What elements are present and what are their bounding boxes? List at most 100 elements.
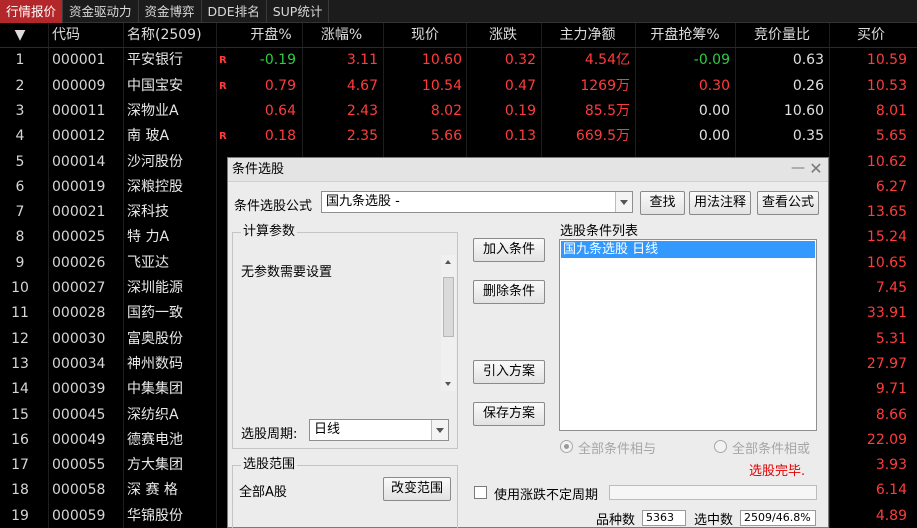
chg-pct: 4.67 bbox=[346, 77, 378, 94]
stock-name: 飞亚达 bbox=[127, 254, 169, 271]
open-grab-pct: 0.00 bbox=[698, 128, 730, 145]
list-item[interactable]: 国九条选股 日线 bbox=[561, 241, 815, 258]
radio-all-and[interactable] bbox=[560, 440, 573, 453]
price: 10.60 bbox=[421, 52, 462, 69]
table-row[interactable]: 1 000001 平安银行 R -0.19 3.11 10.60 0.32 4.54亿 -0.09… bbox=[0, 48, 917, 73]
open-pct: 0.64 bbox=[264, 102, 296, 119]
open-pct: 0.79 bbox=[264, 77, 296, 94]
chg-pct: 3.11 bbox=[346, 52, 378, 69]
change-range-button[interactable]: 改变范围 bbox=[383, 477, 451, 501]
tab-sup-stats[interactable]: SUP统计 bbox=[267, 0, 330, 23]
bid-ratio: 0.35 bbox=[792, 128, 824, 145]
stock-name: 深 赛 格 bbox=[127, 482, 178, 499]
view-formula-button[interactable]: 查看公式 bbox=[757, 191, 819, 215]
progress-bar bbox=[609, 485, 817, 500]
count-label: 品种数 bbox=[596, 513, 636, 528]
stock-code: 000028 bbox=[52, 305, 106, 322]
chevron-down-icon[interactable] bbox=[615, 192, 632, 212]
stock-name: 深科技 bbox=[127, 204, 169, 221]
sort-desc-icon[interactable]: ▼ bbox=[0, 23, 40, 47]
status-done-text: 选股完毕. bbox=[749, 464, 806, 479]
col-header-price[interactable]: 现价 bbox=[388, 23, 462, 47]
table-row[interactable]: 4 000012 南 玻A R 0.18 2.35 5.66 0.13 669.5万 0.00 0.… bbox=[0, 124, 917, 149]
variable-period-label: 使用涨跌不定周期 bbox=[494, 488, 599, 503]
stock-name: 深圳能源 bbox=[127, 280, 183, 296]
open-grab-pct: 0.30 bbox=[698, 77, 730, 94]
col-header-bid-ratio[interactable]: 竞价量比 bbox=[740, 23, 824, 47]
period-select[interactable]: 日线 bbox=[309, 419, 449, 441]
formula-select-value: 国九条选股 - bbox=[326, 194, 400, 209]
stock-code: 000045 bbox=[52, 406, 106, 423]
table-row[interactable]: 3 000011 深物业A 0.64 2.43 8.02 0.19 85.5万 0.00 10.6… bbox=[0, 99, 917, 124]
col-header-grab[interactable]: 开盘抢筹% bbox=[640, 23, 730, 47]
condition-list-label: 选股条件列表 bbox=[560, 224, 639, 239]
row-index: 4 bbox=[15, 128, 25, 145]
scroll-down-icon[interactable] bbox=[441, 377, 456, 391]
scroll-up-icon[interactable] bbox=[441, 255, 456, 269]
table-row[interactable]: 2 000009 中国宝安 R 0.79 4.67 10.54 0.47 1269万 0.30 0.… bbox=[0, 74, 917, 99]
range-group-title: 选股范围 bbox=[241, 457, 298, 473]
row-index: 17 bbox=[11, 457, 29, 474]
stock-code: 000059 bbox=[52, 507, 106, 524]
net-inflow: 1269万 bbox=[580, 77, 630, 94]
buy-price: 10.59 bbox=[866, 52, 907, 69]
stock-code: 000021 bbox=[52, 204, 106, 221]
save-plan-button[interactable]: 保存方案 bbox=[473, 402, 545, 426]
chevron-down-icon[interactable] bbox=[431, 420, 448, 440]
tab-dde-rank[interactable]: DDE排名 bbox=[202, 0, 267, 23]
open-pct: -0.19 bbox=[259, 52, 296, 69]
radio-all-or-label: 全部条件相或 bbox=[732, 442, 811, 457]
buy-price: 13.65 bbox=[866, 204, 907, 221]
margin-flag: R bbox=[219, 80, 227, 92]
tab-fund-drive[interactable]: 资金驱动力 bbox=[63, 0, 139, 23]
add-condition-button[interactable]: 加入条件 bbox=[473, 238, 545, 262]
chg-pct: 2.43 bbox=[346, 102, 378, 119]
market-tab-bar: 行情报价 资金驱动力 资金博弈 DDE排名 SUP统计 bbox=[0, 0, 917, 23]
col-header-diff[interactable]: 涨跌 bbox=[470, 23, 536, 47]
usage-notes-button[interactable]: 用法注释 bbox=[689, 191, 751, 215]
col-header-chg-pct[interactable]: 涨幅% bbox=[305, 23, 378, 47]
buy-price: 15.24 bbox=[866, 229, 907, 246]
minimize-icon[interactable]: — bbox=[790, 160, 806, 178]
formula-select[interactable]: 国九条选股 - bbox=[321, 191, 633, 213]
stock-name: 沙河股份 bbox=[127, 153, 183, 170]
stock-name: 深纺织A bbox=[127, 406, 179, 423]
row-index: 10 bbox=[11, 280, 29, 296]
scroll-thumb[interactable] bbox=[443, 277, 454, 337]
params-scrollbar[interactable] bbox=[441, 255, 456, 391]
row-index: 19 bbox=[11, 507, 29, 524]
col-header-open-pct[interactable]: 开盘% bbox=[240, 23, 302, 47]
close-icon[interactable]: ✕ bbox=[808, 160, 824, 178]
buy-price: 8.66 bbox=[875, 406, 907, 423]
variable-period-checkbox[interactable] bbox=[474, 486, 487, 499]
tab-quotes[interactable]: 行情报价 bbox=[0, 0, 64, 23]
row-index: 11 bbox=[11, 305, 29, 322]
row-index: 18 bbox=[11, 482, 29, 499]
radio-all-or[interactable] bbox=[714, 440, 727, 453]
stock-code: 000026 bbox=[52, 254, 106, 271]
import-plan-button[interactable]: 引入方案 bbox=[473, 360, 545, 384]
condition-list[interactable]: 国九条选股 日线 bbox=[559, 239, 817, 431]
buy-price: 27.97 bbox=[866, 355, 907, 372]
buy-price: 5.31 bbox=[875, 330, 907, 347]
col-header-code[interactable]: 代码 bbox=[52, 23, 122, 47]
buy-price: 3.93 bbox=[875, 457, 907, 474]
row-index: 16 bbox=[11, 431, 29, 448]
price-diff: 0.32 bbox=[504, 52, 536, 69]
col-header-buy[interactable]: 买价 bbox=[835, 23, 907, 47]
delete-condition-button[interactable]: 删除条件 bbox=[473, 280, 545, 304]
price-diff: 0.47 bbox=[504, 77, 536, 94]
col-header-name[interactable]: 名称(2509) bbox=[127, 23, 215, 47]
buy-price: 7.45 bbox=[875, 280, 907, 296]
net-inflow: 669.5万 bbox=[575, 128, 630, 145]
price: 10.54 bbox=[421, 77, 462, 94]
stock-name: 中国宝安 bbox=[127, 77, 183, 94]
find-button[interactable]: 查找 bbox=[640, 191, 685, 215]
stock-code: 000049 bbox=[52, 431, 106, 448]
stock-code: 000055 bbox=[52, 457, 106, 474]
chg-pct: 2.35 bbox=[346, 128, 378, 145]
tab-fund-game[interactable]: 资金博弈 bbox=[139, 0, 202, 23]
table-header: ▼ 代码 名称(2509) 开盘% 涨幅% 现价 涨跌 主力净额 开盘抢筹% 竞… bbox=[0, 23, 917, 49]
col-header-net[interactable]: 主力净额 bbox=[545, 23, 630, 47]
range-group: 选股范围 全部A股 改变范围 bbox=[232, 457, 458, 528]
